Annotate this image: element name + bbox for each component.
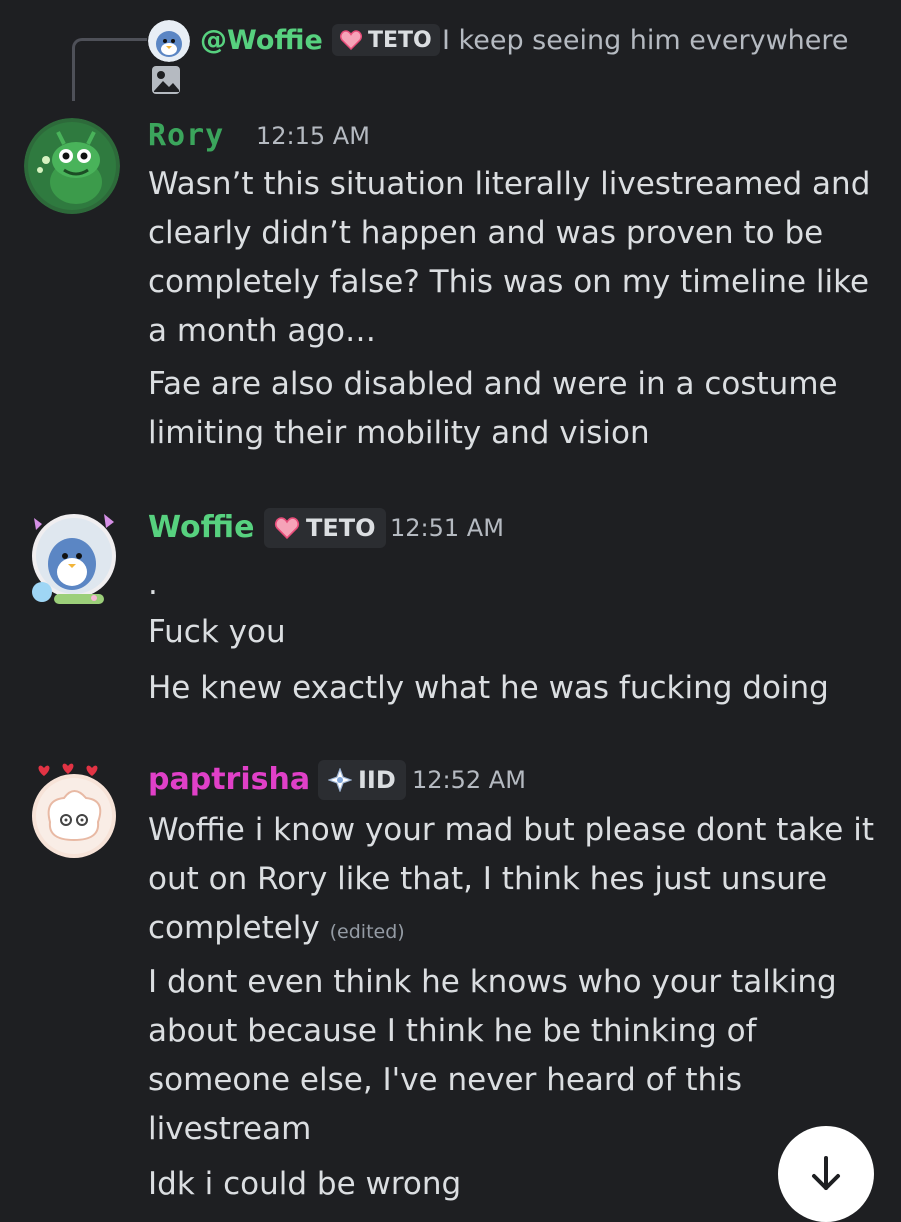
woffie-message-2: Fuck you bbox=[148, 614, 286, 650]
paptrisha-avatar[interactable] bbox=[24, 760, 124, 860]
edited-label: (edited) bbox=[329, 921, 405, 943]
paptrisha-message-1-text: Woffie i know your mad but please dont t… bbox=[148, 812, 874, 946]
rory-username[interactable]: Rory bbox=[148, 116, 224, 156]
paptrisha-role-badge: IID bbox=[318, 760, 406, 800]
reply-role-badge: TETO bbox=[332, 24, 440, 56]
sparkle-icon bbox=[328, 768, 352, 792]
heart-icon bbox=[340, 30, 362, 50]
reply-username[interactable]: @Woffie bbox=[200, 20, 323, 62]
woffie-username[interactable]: Woffie bbox=[148, 508, 254, 548]
paptrisha-username[interactable]: paptrisha bbox=[148, 760, 310, 800]
reply-preview-text[interactable]: I keep seeing him everywhere bbox=[442, 20, 849, 62]
paptrisha-message-3: Idk i could be wrong bbox=[148, 1166, 462, 1202]
rory-message-2: Fae are also disabled and were in a cost… bbox=[148, 366, 838, 451]
paptrisha-timestamp: 12:52 AM bbox=[412, 766, 526, 794]
arrow-down-icon bbox=[812, 1156, 840, 1190]
reply-badge-label: TETO bbox=[368, 27, 432, 53]
reply-connector bbox=[72, 38, 147, 101]
rory-avatar[interactable] bbox=[24, 118, 120, 214]
paptrisha-badge-label: IID bbox=[358, 766, 396, 794]
woffie-avatar[interactable] bbox=[24, 508, 124, 608]
woffie-message-1: . bbox=[148, 566, 158, 602]
woffie-message-3: He knew exactly what he was fucking doin… bbox=[148, 670, 829, 706]
woffie-badge-label: TETO bbox=[306, 514, 376, 542]
heart-icon bbox=[274, 517, 300, 539]
rory-timestamp: 12:15 AM bbox=[256, 122, 370, 150]
paptrisha-message-2: I dont even think he knows who your talk… bbox=[148, 964, 837, 1147]
paptrisha-message-1: Woffie i know your mad but please dont t… bbox=[148, 806, 880, 957]
image-icon bbox=[150, 64, 182, 96]
woffie-role-badge: TETO bbox=[264, 508, 386, 548]
jump-to-bottom-button[interactable] bbox=[778, 1126, 874, 1222]
rory-message-1: Wasn’t this situation literally livestre… bbox=[148, 166, 871, 349]
woffie-timestamp: 12:51 AM bbox=[390, 514, 504, 542]
reply-avatar[interactable] bbox=[148, 20, 190, 62]
